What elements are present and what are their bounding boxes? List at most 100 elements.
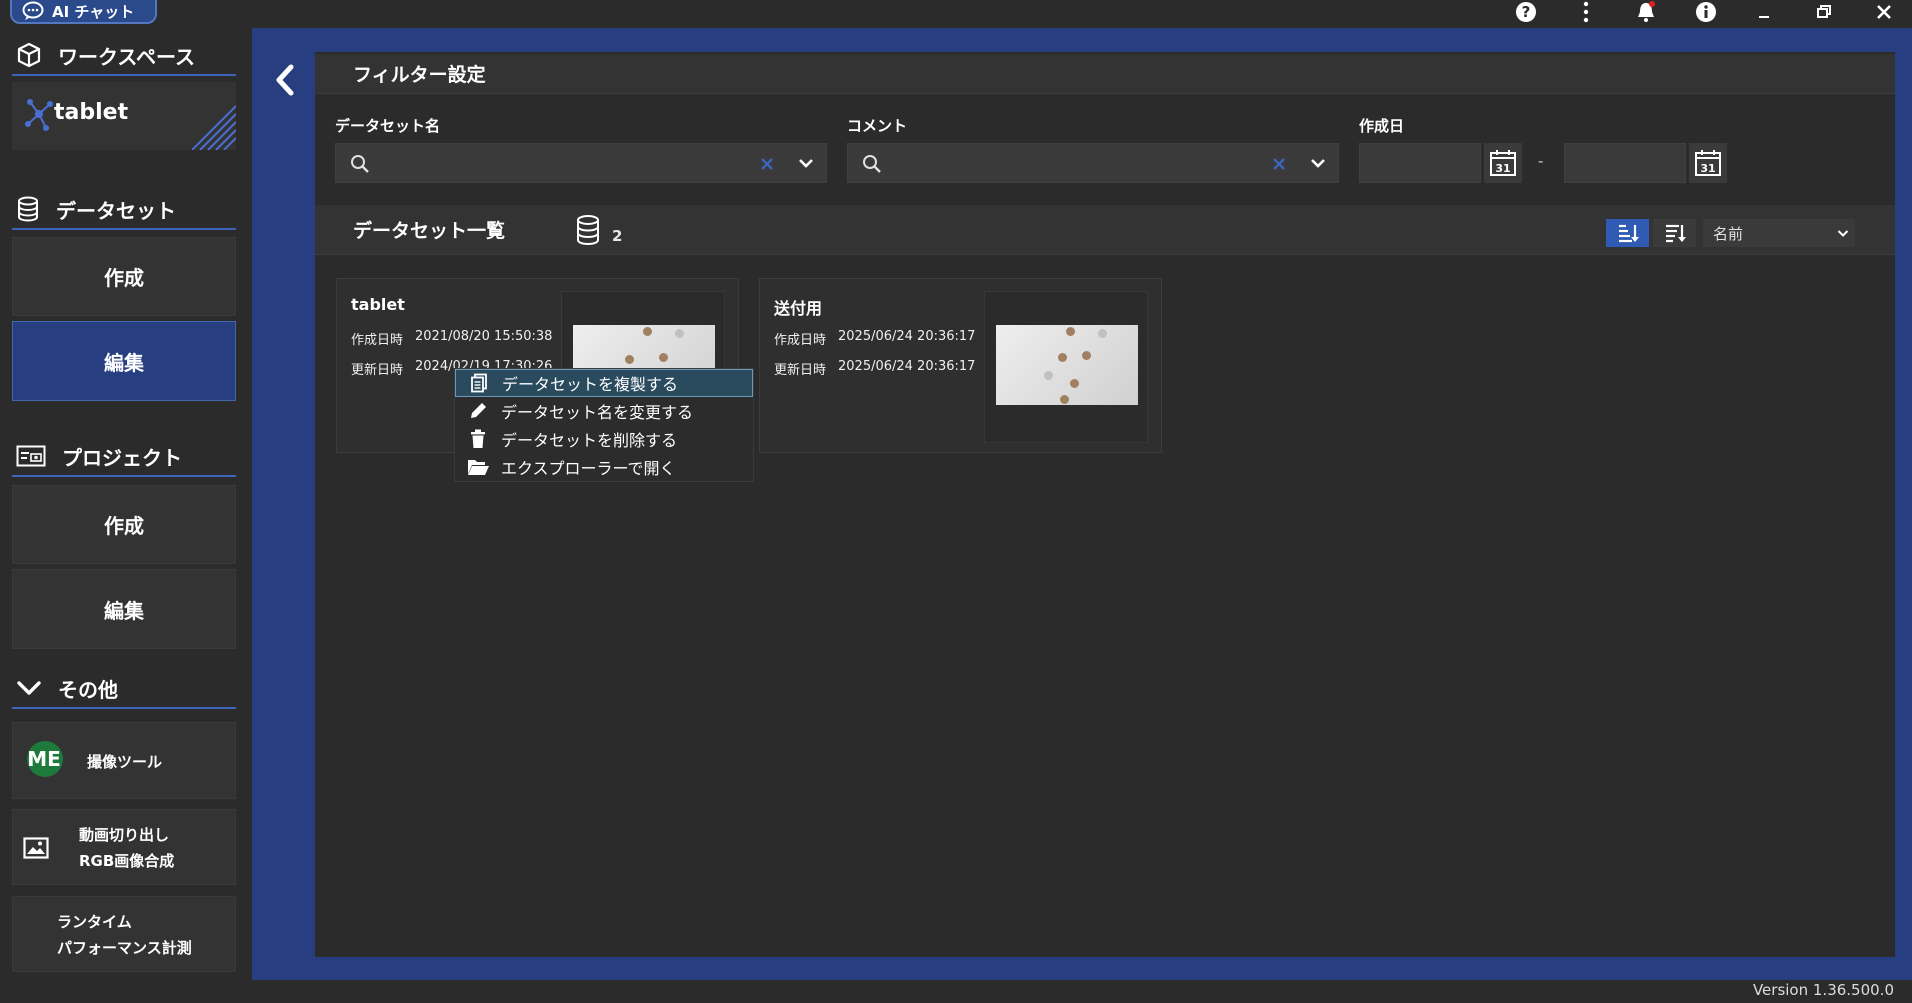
project-card-icon bbox=[16, 445, 46, 467]
sort-descending-button[interactable] bbox=[1653, 219, 1696, 247]
content-panel bbox=[315, 52, 1895, 957]
project-section-header: プロジェクト bbox=[12, 437, 236, 477]
molecule-icon bbox=[25, 99, 53, 131]
calendar-to-day: 31 bbox=[1700, 162, 1715, 175]
ai-chat-label: AI チャット bbox=[52, 2, 135, 21]
sort-field-value: 名前 bbox=[1713, 224, 1744, 243]
menu-item-label: データセット名を変更する bbox=[501, 403, 694, 422]
dataset-name-label: データセット名 bbox=[335, 117, 441, 135]
runtime-performance-button[interactable]: ランタイム パフォーマンス計測 bbox=[12, 896, 236, 972]
me-badge-text: ME bbox=[27, 747, 61, 771]
workspace-card[interactable]: tablet bbox=[12, 82, 236, 150]
created-date-label: 作成日 bbox=[1359, 117, 1405, 135]
calendar-to-icon[interactable]: 31 bbox=[1689, 143, 1727, 183]
menu-item-label: データセットを複製する bbox=[502, 375, 679, 394]
other-section-header[interactable]: その他 bbox=[12, 669, 236, 709]
project-section-label: プロジェクト bbox=[62, 445, 182, 470]
dataset-card-title: 送付用 bbox=[774, 299, 823, 318]
runtime-label-1: ランタイム bbox=[57, 913, 132, 931]
dataset-count: 2 bbox=[612, 227, 623, 245]
dataset-edit-button[interactable]: 編集 bbox=[12, 321, 236, 401]
date-range-separator: - bbox=[1538, 152, 1544, 170]
sort-descending-icon bbox=[1665, 224, 1686, 243]
chevron-down-icon bbox=[17, 681, 41, 695]
imaging-tool-label: 撮像ツール bbox=[87, 753, 163, 771]
updated-value: 2025/06/24 20:36:17 bbox=[838, 359, 976, 374]
folder-open-icon bbox=[468, 460, 489, 475]
chat-bubble-icon bbox=[22, 1, 44, 20]
sort-field-select[interactable]: 名前 bbox=[1703, 219, 1855, 247]
comment-label: コメント bbox=[847, 117, 908, 135]
dataset-section-label: データセット bbox=[56, 198, 176, 223]
me-badge-icon: ME bbox=[27, 741, 63, 777]
info-icon[interactable] bbox=[1688, 0, 1724, 24]
filter-title: フィルター設定 bbox=[353, 64, 486, 86]
sort-ascending-icon bbox=[1618, 224, 1639, 243]
workspace-name: tablet bbox=[54, 100, 129, 125]
calendar-from-day: 31 bbox=[1495, 162, 1510, 175]
clear-icon[interactable] bbox=[1272, 157, 1286, 171]
created-label: 作成日時 bbox=[351, 333, 404, 348]
copy-icon bbox=[471, 373, 487, 393]
created-value: 2025/06/24 20:36:17 bbox=[838, 329, 976, 344]
corner-stripes-icon bbox=[192, 105, 236, 150]
help-icon[interactable]: ? bbox=[1508, 0, 1544, 24]
sort-ascending-button[interactable] bbox=[1606, 219, 1649, 247]
workspace-section-label: ワークスペース bbox=[58, 44, 195, 69]
dataset-card[interactable]: 送付用 作成日時 2025/06/24 20:36:17 更新日時 2025/0… bbox=[759, 278, 1162, 453]
back-chevron-icon[interactable] bbox=[270, 60, 300, 100]
chevron-down-icon[interactable] bbox=[1310, 157, 1326, 169]
restore-icon[interactable] bbox=[1806, 0, 1842, 24]
filter-header: フィルター設定 bbox=[315, 54, 1895, 94]
imaging-tool-button[interactable]: ME 撮像ツール bbox=[12, 722, 236, 799]
dataset-list-title: データセット一覧 bbox=[353, 220, 506, 242]
chevron-down-icon bbox=[1837, 230, 1849, 237]
ai-chat-button[interactable]: AI チャット bbox=[10, 0, 157, 24]
cube-icon bbox=[17, 42, 41, 68]
bell-icon[interactable] bbox=[1628, 0, 1664, 24]
delete-dataset-menu-item[interactable]: データセットを削除する bbox=[455, 425, 753, 453]
open-in-explorer-menu-item[interactable]: エクスプローラーで開く bbox=[455, 453, 753, 481]
clear-icon[interactable] bbox=[760, 157, 774, 171]
pencil-icon bbox=[471, 403, 486, 418]
runtime-label-2: パフォーマンス計測 bbox=[57, 939, 192, 957]
video-extract-button[interactable]: 動画切り出し RGB画像合成 bbox=[12, 809, 236, 885]
context-menu: データセットを複製する データセット名を変更する データセットを削除する エクス… bbox=[454, 368, 754, 482]
search-icon bbox=[863, 155, 881, 173]
svg-text:?: ? bbox=[1522, 3, 1531, 21]
version-label: Version 1.36.500.0 bbox=[1752, 981, 1894, 999]
rename-dataset-menu-item[interactable]: データセット名を変更する bbox=[455, 397, 753, 425]
date-to-input[interactable] bbox=[1564, 143, 1686, 183]
dataset-name-filter[interactable] bbox=[335, 143, 827, 183]
image-icon bbox=[23, 837, 49, 859]
video-extract-label-1: 動画切り出し bbox=[79, 826, 170, 844]
chevron-down-icon[interactable] bbox=[798, 157, 814, 169]
search-icon bbox=[351, 155, 369, 173]
date-from-input[interactable] bbox=[1359, 143, 1481, 183]
close-icon[interactable] bbox=[1866, 0, 1902, 24]
created-label: 作成日時 bbox=[774, 333, 827, 348]
thumbnail-frame bbox=[984, 291, 1148, 443]
dataset-thumbnail bbox=[996, 325, 1138, 405]
menu-item-label: データセットを削除する bbox=[501, 431, 678, 450]
workspace-section-header: ワークスペース bbox=[12, 36, 236, 76]
updated-label: 更新日時 bbox=[774, 363, 827, 378]
updated-label: 更新日時 bbox=[351, 363, 404, 378]
video-extract-label-2: RGB画像合成 bbox=[79, 852, 175, 870]
title-bar bbox=[0, 0, 1912, 28]
database-count-icon bbox=[577, 215, 599, 246]
dataset-create-button[interactable]: 作成 bbox=[12, 237, 236, 316]
duplicate-dataset-menu-item[interactable]: データセットを複製する bbox=[455, 369, 753, 397]
project-create-button[interactable]: 作成 bbox=[12, 485, 236, 564]
dataset-section-header: データセット bbox=[12, 190, 236, 230]
database-icon bbox=[18, 196, 38, 222]
project-edit-button[interactable]: 編集 bbox=[12, 569, 236, 649]
menu-item-label: エクスプローラーで開く bbox=[501, 459, 676, 478]
comment-filter[interactable] bbox=[847, 143, 1339, 183]
calendar-from-icon[interactable]: 31 bbox=[1484, 143, 1522, 183]
more-vert-icon[interactable] bbox=[1568, 0, 1604, 24]
minimize-icon[interactable] bbox=[1746, 0, 1782, 24]
created-value: 2021/08/20 15:50:38 bbox=[415, 329, 553, 344]
dataset-card-title: tablet bbox=[351, 295, 405, 314]
trash-icon bbox=[471, 429, 485, 448]
